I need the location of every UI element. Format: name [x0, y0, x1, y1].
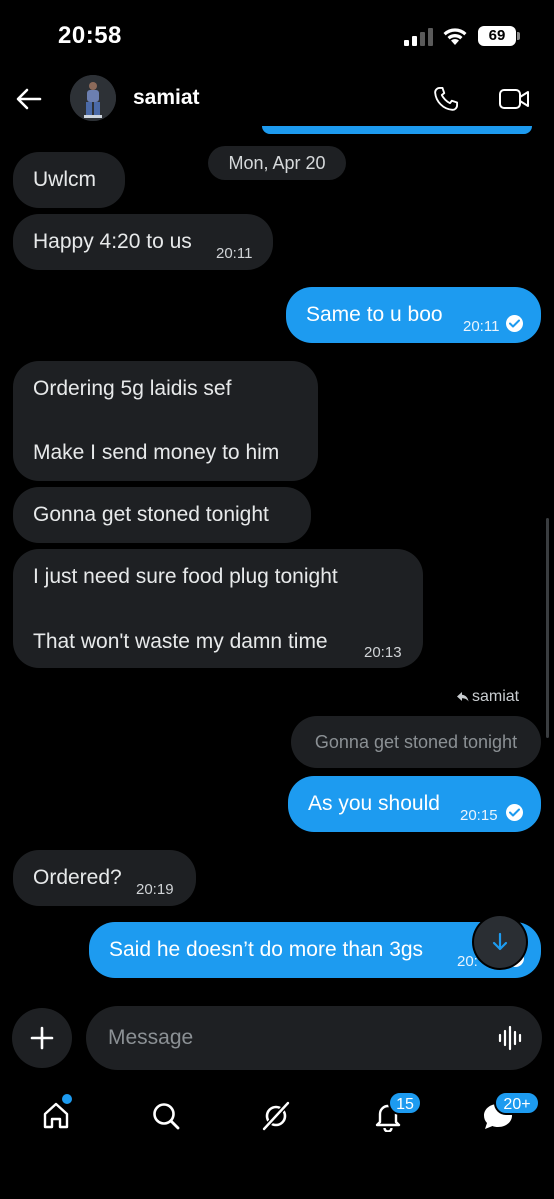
message-list[interactable]: Mon, Apr 20 Uwlcm Happy 4:20 to us 20:11… [0, 0, 554, 1000]
message-time: 20:19 [136, 881, 174, 898]
message-bubble-received[interactable]: Gonna get stoned tonight [13, 487, 311, 543]
messages-badge: 20+ [494, 1091, 540, 1115]
message-time: 20:15 [460, 807, 498, 824]
message-bubble-received[interactable]: Uwlcm [13, 152, 125, 208]
message-bubble-received[interactable]: Ordering 5g laidis sef Make I send money… [13, 361, 318, 481]
notifications-badge: 15 [388, 1091, 422, 1115]
message-text: Happy 4:20 to us [33, 230, 192, 253]
nav-grok[interactable] [254, 1094, 298, 1138]
arrow-down-icon [492, 932, 508, 951]
message-text: Gonna get stoned tonight [33, 503, 269, 526]
add-attachment-button[interactable] [12, 1008, 72, 1068]
message-text: Said he doesn’t do more than 3gs [109, 938, 424, 961]
message-time: 20: [457, 953, 478, 970]
home-icon [43, 1102, 69, 1129]
message-bubble-received[interactable]: I just need sure food plug tonight That … [13, 549, 423, 668]
home-unread-dot [62, 1094, 72, 1104]
reply-label: samiat [456, 688, 519, 706]
scrollbar[interactable] [546, 518, 549, 738]
message-bubble-received[interactable]: Ordered? 20:19 [13, 850, 196, 906]
voice-message-button[interactable] [496, 1022, 526, 1054]
checkmark-icon [506, 804, 523, 821]
message-text: I just need sure food plug tonight [33, 565, 338, 588]
message-text: Same to u boo [306, 303, 443, 326]
reply-to-name: samiat [472, 688, 520, 705]
scroll-to-bottom-button[interactable] [474, 916, 526, 968]
message-text: Ordered? [33, 866, 122, 889]
date-divider: Mon, Apr 20 [208, 146, 346, 180]
plus-icon [30, 1026, 54, 1050]
quoted-message[interactable]: Gonna get stoned tonight [291, 716, 541, 768]
message-text-line-2: Make I send money to him [33, 441, 280, 464]
nav-search[interactable] [144, 1094, 188, 1138]
message-time: 20:11 [463, 318, 500, 335]
reply-icon [457, 691, 469, 702]
previous-message-bubble [262, 126, 532, 134]
message-bubble-sent[interactable]: Same to u boo 20:11 [286, 287, 541, 343]
message-text-line-2: That won't waste my damn time [33, 630, 328, 653]
message-bubble-received[interactable]: Happy 4:20 to us 20:11 [13, 214, 273, 270]
voice-wave-icon [498, 1025, 522, 1051]
message-bubble-sent[interactable]: As you should 20:15 [288, 776, 541, 832]
checkmark-icon [506, 315, 523, 332]
bottom-navigation: 15 20+ [0, 1086, 554, 1199]
message-text: Uwlcm [33, 168, 96, 191]
search-icon [153, 1103, 180, 1130]
message-input[interactable] [86, 1006, 542, 1070]
message-text: As you should [308, 792, 440, 815]
message-bubble-sent[interactable]: Said he doesn’t do more than 3gs 20: [89, 922, 541, 978]
message-time: 20:13 [364, 644, 402, 661]
message-text: Ordering 5g laidis sef [33, 377, 232, 400]
message-time: 20:11 [216, 245, 253, 262]
grok-icon [262, 1101, 290, 1131]
